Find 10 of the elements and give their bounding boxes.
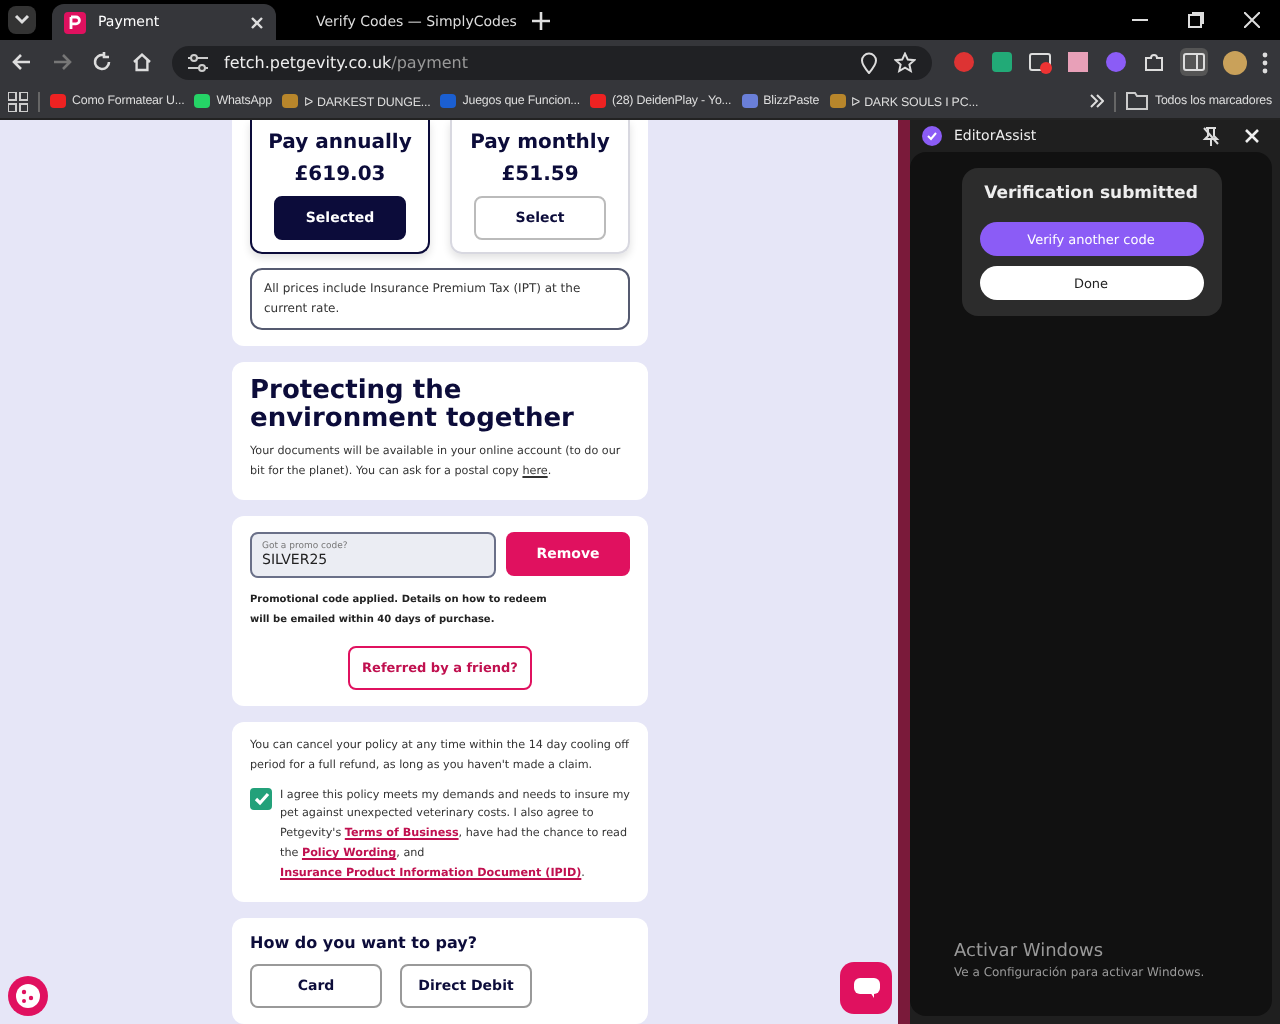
url-text: fetch.petgevity.co.uk/payment <box>224 53 468 71</box>
payment-question: How do you want to pay? <box>250 933 479 951</box>
verification-title: Verification submitted <box>984 184 1198 204</box>
plan-title: Pay monthly <box>470 132 610 154</box>
activation-title: Activar Windows <box>954 942 1106 962</box>
section-heading: Protecting the environment together <box>250 378 576 433</box>
plan-price: £619.03 <box>294 164 386 186</box>
plan-title: Pay annually <box>268 132 412 154</box>
address-bar[interactable]: fetch.petgevity.co.uk/payment <box>172 45 932 79</box>
plan-price: £51.59 <box>501 164 579 186</box>
